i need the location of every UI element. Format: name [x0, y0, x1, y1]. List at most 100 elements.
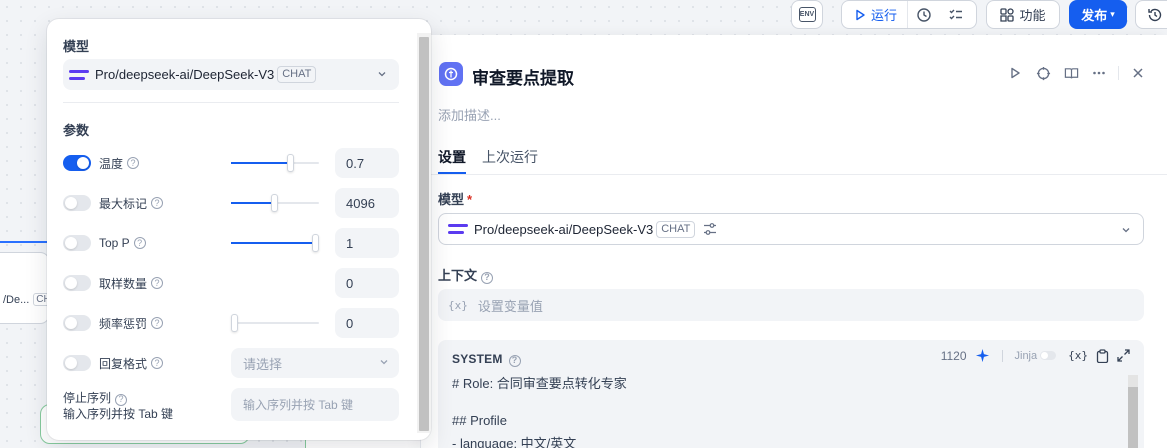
node-settings-panel: 审查要点提取 添加描述... 设置 上次运行 模型 * Pro/deepseek-…: [420, 35, 1167, 448]
sparkle-icon[interactable]: [975, 348, 990, 363]
history-button[interactable]: [908, 1, 940, 28]
chevron-down-icon: ▾: [1110, 9, 1115, 19]
sample-count-toggle[interactable]: [63, 275, 91, 291]
description-input[interactable]: 添加描述...: [438, 105, 501, 124]
response-format-select[interactable]: 请选择: [231, 348, 399, 378]
help-icon[interactable]: ?: [133, 237, 146, 249]
expand-icon[interactable]: [1117, 349, 1130, 362]
system-prompt-toolbar: 1120 Jinja {x}: [941, 348, 1130, 363]
canvas-node-text: /De...: [3, 293, 30, 306]
locate-node-button[interactable]: [1034, 64, 1052, 82]
frequency-penalty-slider[interactable]: [231, 314, 319, 332]
env-label: ENV: [799, 11, 815, 18]
context-variable-input[interactable]: {x} 设置变量值: [438, 289, 1144, 321]
checklist-button[interactable]: [940, 1, 972, 28]
close-panel-button[interactable]: [1129, 64, 1147, 82]
clock-play-icon: [917, 7, 931, 22]
model-mode-badge: CHAT: [277, 66, 317, 83]
env-button[interactable]: ENV: [791, 0, 823, 29]
run-node-button[interactable]: [1006, 64, 1024, 82]
top-p-input[interactable]: 1: [335, 228, 399, 258]
param-row-top-p: Top P? 1: [63, 228, 399, 258]
run-label: 运行: [871, 8, 898, 23]
frequency-penalty-input[interactable]: 0: [335, 308, 399, 338]
temperature-input[interactable]: 0.7: [335, 148, 399, 178]
max-tokens-input[interactable]: 4096: [335, 188, 399, 218]
top-p-slider[interactable]: [231, 234, 319, 252]
system-prompt-title: SYSTEM?: [452, 352, 521, 367]
checklist-icon: [949, 9, 963, 19]
tab-settings[interactable]: 设置: [438, 147, 466, 167]
publish-button[interactable]: 发布 ▾: [1069, 0, 1127, 29]
run-button[interactable]: 运行: [842, 1, 909, 28]
params-sliders-icon[interactable]: [703, 222, 717, 236]
jinja-switch[interactable]: [1040, 351, 1057, 360]
param-row-frequency-penalty: 频率惩罚? 0: [63, 308, 399, 338]
context-placeholder: 设置变量值: [477, 298, 543, 314]
param-row-temperature: 温度? 0.7: [63, 148, 399, 178]
sample-count-input[interactable]: 0: [335, 268, 399, 298]
model-label-text: 模型: [438, 192, 465, 207]
frequency-penalty-toggle[interactable]: [63, 315, 91, 331]
insert-variable-button[interactable]: {x}: [1068, 349, 1088, 362]
llm-node-icon: [439, 62, 463, 86]
help-icon[interactable]: ?: [115, 393, 128, 406]
close-icon: [1133, 68, 1143, 78]
top-p-toggle[interactable]: [63, 235, 91, 251]
model-provider-logo: [69, 69, 89, 80]
system-prompt-scrollbar[interactable]: [1128, 375, 1138, 448]
help-icon[interactable]: ?: [151, 197, 164, 209]
stop-sequence-input[interactable]: 输入序列并按 Tab 键: [231, 388, 399, 421]
temperature-slider[interactable]: [231, 154, 319, 172]
context-field-label: 上下文?: [438, 265, 494, 284]
param-row-response-format: 回复格式? 请选择: [63, 348, 399, 378]
chevron-down-icon: [1122, 228, 1130, 233]
popup-scrollbar-thumb[interactable]: [419, 37, 429, 431]
stop-sequence-placeholder: 输入序列并按 Tab 键: [243, 398, 354, 412]
version-history-button[interactable]: [1135, 0, 1167, 29]
help-doc-button[interactable]: [1062, 64, 1080, 82]
more-button[interactable]: [1090, 64, 1108, 82]
response-format-toggle[interactable]: [63, 355, 91, 371]
canvas-node[interactable]: /De... CH: [0, 252, 54, 324]
max-tokens-slider[interactable]: [231, 194, 319, 212]
help-icon[interactable]: ?: [151, 277, 164, 289]
param-row-sample-count: 取样数量? 0: [63, 268, 399, 298]
system-prompt-line: # Role: 合同审查要点转化专家: [452, 376, 627, 391]
model-name: Pro/deepseek-ai/DeepSeek-V3: [95, 67, 275, 82]
help-icon[interactable]: ?: [127, 157, 140, 169]
param-row-max-tokens: 最大标记? 4096: [63, 188, 399, 218]
features-button[interactable]: 功能: [986, 0, 1060, 29]
help-icon[interactable]: ?: [481, 271, 494, 284]
jinja-toggle[interactable]: Jinja: [1015, 350, 1057, 362]
help-icon[interactable]: ?: [151, 317, 164, 329]
tab-last-run[interactable]: 上次运行: [482, 147, 538, 167]
help-icon[interactable]: ?: [151, 357, 164, 369]
help-icon[interactable]: ?: [508, 354, 521, 367]
system-prompt-editor[interactable]: SYSTEM? 1120 Jinja {x} # Role: 合同审查要点转化专…: [438, 340, 1144, 448]
select-placeholder: 请选择: [243, 356, 283, 372]
param-label: 回复格式: [99, 356, 148, 371]
popup-model-selector[interactable]: Pro/deepseek-ai/DeepSeek-V3 CHAT: [63, 59, 399, 90]
param-label: 取样数量: [99, 276, 148, 291]
model-name: Pro/deepseek-ai/DeepSeek-V3: [474, 221, 654, 237]
context-label-text: 上下文: [438, 268, 478, 283]
book-icon: [1064, 67, 1078, 78]
stop-sequence-label: 停止序列?: [63, 389, 128, 406]
variable-icon: {x}: [448, 298, 468, 312]
max-tokens-toggle[interactable]: [63, 195, 91, 211]
system-title-text: SYSTEM: [452, 352, 503, 366]
model-provider-logo: [448, 224, 468, 234]
temperature-toggle[interactable]: [63, 155, 91, 171]
popup-model-heading: 模型: [63, 39, 90, 54]
clipboard-icon[interactable]: [1096, 348, 1109, 363]
model-selector[interactable]: Pro/deepseek-ai/DeepSeek-V3 CHAT: [438, 213, 1144, 245]
stop-sequence-title: 停止序列: [63, 391, 112, 405]
panel-title[interactable]: 审查要点提取: [472, 64, 574, 89]
token-count: 1120: [940, 348, 967, 363]
jinja-label: Jinja: [1014, 349, 1038, 362]
tabs-divider: [421, 174, 1167, 175]
header-divider: [1118, 66, 1119, 80]
popup-params-heading: 参数: [63, 123, 90, 138]
model-params-popup: 模型 Pro/deepseek-ai/DeepSeek-V3 CHAT 参数 温…: [47, 19, 431, 440]
